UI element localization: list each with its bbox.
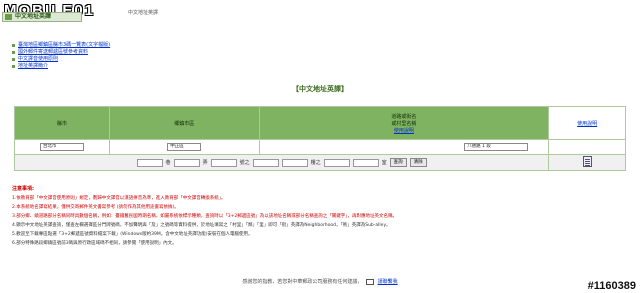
district-select[interactable]: 中正區: [167, 143, 202, 151]
section-header: 中文地址英譯: [2, 12, 82, 22]
note-item: 3.部分鄉、鎮道路部分名稱同時具數個名稱，例如：臺鐵舊民國時期名稱，如屬系統依標…: [12, 214, 398, 219]
notes-section: 注意事項: 1.依教育部「中文譯音使用原則」規定，劃歸中文譯音以漢語拼音為準，進…: [12, 185, 632, 249]
lane-input[interactable]: [136, 158, 163, 167]
query-button[interactable]: 查詢: [389, 158, 407, 167]
alley-input[interactable]: [173, 158, 200, 167]
floor-input[interactable]: [281, 158, 308, 167]
number-sub-input[interactable]: [252, 158, 279, 167]
note-item: 2.本系統地名譯寫結果，僅供交寄郵件英文書寫參考 (請勿作為其他用途書寫依據)。: [12, 205, 179, 210]
note-item: 6.部分特殊路段鄉鎮區號前3碼與原行政區域碼不相同，請參閱「使用說明」內文。: [12, 241, 177, 246]
floor-sub-input[interactable]: [323, 158, 350, 167]
footer-text: 感謝您的指教，若您對中華郵政公司服務有任何建議，: [242, 279, 363, 285]
note-item: 1.依教育部「中文譯音使用原則」規定，劃歸中文譯音以漢語拼音為準，進入教育部「中…: [12, 196, 226, 201]
number-label: 號之: [239, 160, 250, 166]
link-translit-rules[interactable]: 中文譯音使用原則: [18, 56, 58, 62]
doc-cell: [548, 154, 626, 171]
room-input[interactable]: [352, 158, 379, 167]
empty-cell: [548, 139, 626, 155]
link-foreign-mail[interactable]: 國外郵件寄送郵遞區號參考資料: [18, 49, 88, 55]
list-item[interactable]: 地址英譯簡介: [12, 63, 110, 70]
note-item: 4.顯示中文地址英譯查詢，僅查左欄選擇區分門牌號碼，不加聲明與「及」之號碼等資料…: [12, 223, 391, 228]
header-help: 使用說明: [548, 106, 626, 140]
header-road-line1: 道路或街名: [391, 113, 417, 120]
header-district: 鄉鎮市區: [108, 106, 260, 140]
room-label: 室: [381, 160, 387, 166]
contact-link[interactable]: 請聯繫我: [378, 279, 398, 285]
mail-icon: [366, 278, 374, 285]
note-item: 5.歡迎至下載專區點選「3+2郵遞區號資料檔案下載」(Windows版約39M，…: [12, 232, 253, 237]
header-county: 縣市: [14, 106, 110, 140]
section-label: 中文地址英譯: [15, 13, 52, 20]
watermark: #1160389: [587, 280, 636, 292]
link-intro[interactable]: 地址英譯簡介: [18, 63, 48, 69]
lane-label: 巷: [165, 160, 171, 166]
road-cell: 八德路 1 段: [258, 139, 550, 155]
page-title: 【中文地址英譯】: [292, 85, 348, 93]
address-form-table: 縣市 鄉鎮市區 道路或街名 或村里名稱 使用說明 使用說明 台北市 中正區 八德…: [13, 106, 626, 171]
top-bar: MOBILE01 中文地址英譯: [0, 0, 640, 21]
notes-title: 注意事項:: [12, 186, 34, 192]
county-select[interactable]: 台北市: [39, 143, 84, 151]
topbar-title: 中文地址英譯: [128, 10, 159, 16]
number-input[interactable]: [210, 158, 237, 167]
floor-label: 樓之: [310, 160, 321, 166]
help-link[interactable]: 使用說明: [577, 121, 597, 127]
clear-button[interactable]: 清除: [409, 158, 427, 167]
header-road-line2: 或村里名稱: [391, 120, 417, 127]
list-item[interactable]: 中文譯音使用原則: [12, 56, 110, 63]
district-cell: 中正區: [108, 139, 260, 155]
header-road: 道路或街名 或村里名稱 使用說明: [258, 106, 550, 140]
county-cell: 台北市: [14, 139, 110, 155]
arrow-icon: [5, 14, 12, 20]
link-zip-table[interactable]: 臺灣地區鄉鎮區縣市3碼一覽表(文字檔版): [18, 42, 110, 48]
list-item[interactable]: 臺灣地區鄉鎮區縣市3碼一覽表(文字檔版): [12, 42, 110, 49]
document-icon[interactable]: [582, 156, 592, 167]
list-item[interactable]: 國外郵件寄送郵遞區號參考資料: [12, 49, 110, 56]
link-list: 臺灣地區鄉鎮區縣市3碼一覽表(文字檔版) 國外郵件寄送郵遞區號參考資料 中文譯音…: [12, 42, 110, 70]
alley-label: 弄: [202, 160, 208, 166]
footer: 感謝您的指教，若您對中華郵政公司服務有任何建議， 請聯繫我: [0, 278, 640, 285]
number-input-row: 巷 弄 號之 樓之 室 查詢 清除: [13, 154, 550, 171]
road-select[interactable]: 八德路 1 段: [464, 143, 529, 151]
header-road-help-link[interactable]: 使用說明: [394, 128, 414, 134]
